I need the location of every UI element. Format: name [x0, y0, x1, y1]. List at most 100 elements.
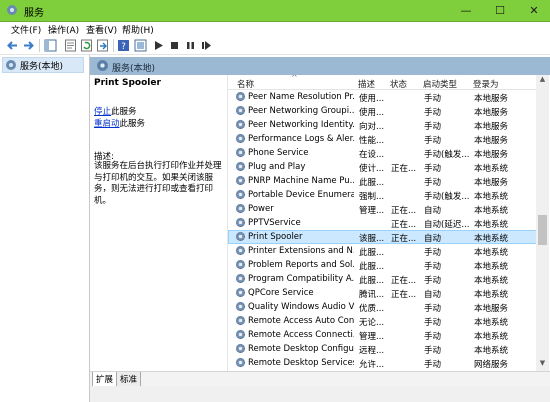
cell-description: 此服...: [359, 248, 385, 258]
menu-view[interactable]: 查看(V): [86, 23, 117, 36]
toolbar-separator: [39, 39, 40, 52]
cell-description: 在设...: [359, 150, 385, 160]
service-gear-icon: [235, 231, 246, 245]
menu-help[interactable]: 帮助(H): [122, 23, 154, 36]
table-row[interactable]: QPCore Service 腾讯... 正在... 自动 本地系统: [228, 286, 538, 300]
service-gear-icon: [235, 315, 246, 329]
panel-icon[interactable]: [134, 39, 147, 52]
scroll-up-icon[interactable]: ▲: [536, 75, 549, 87]
services-panel: 服务(本地) Print Spooler 停止此服务 重启动此服务 描述: 该服…: [90, 55, 550, 402]
table-row[interactable]: Remote Desktop Configu... 远程... 手动 本地系统: [228, 342, 538, 356]
refresh-icon[interactable]: [80, 39, 93, 52]
cell-logon-as: 本地服务: [474, 122, 509, 132]
restart-icon[interactable]: [200, 39, 213, 52]
stop-service-link[interactable]: 停止: [94, 107, 111, 117]
cell-logon-as: 本地系统: [474, 276, 509, 286]
column-header-logon-as[interactable]: 登录为: [473, 78, 499, 90]
table-row[interactable]: PPTVService 正在... 自动(延迟... 本地系统: [228, 216, 538, 230]
column-header-status[interactable]: 状态: [390, 78, 407, 90]
cell-logon-as: 本地系统: [474, 290, 509, 300]
table-row[interactable]: Performance Logs & Aler... 性能... 手动 本地服务: [228, 132, 538, 146]
table-row[interactable]: Peer Networking Identity... 向对... 手动 本地服务: [228, 118, 538, 132]
title-bar: 服务 — ☐ ✕: [0, 0, 550, 22]
table-row[interactable]: Program Compatibility A... 此服... 正在... 手动 本地…: [228, 272, 538, 286]
table-row[interactable]: Problem Reports and Sol... 此服... 手动 本地系统: [228, 258, 538, 272]
services-gear-icon: [7, 5, 17, 15]
properties-view-icon[interactable]: [64, 39, 77, 52]
back-icon[interactable]: [6, 39, 19, 52]
stop-action: 停止此服务: [94, 105, 137, 117]
table-row[interactable]: PNRP Machine Name Pu... 此服... 手动 本地服务: [228, 174, 538, 188]
cell-description: 使用...: [359, 94, 385, 104]
table-row[interactable]: Power 管理... 正在... 自动 本地系统: [228, 202, 538, 216]
cell-name: Quality Windows Audio V...: [248, 302, 354, 312]
cell-status: 正在...: [391, 206, 417, 216]
cell-logon-as: 本地服务: [474, 178, 509, 188]
cell-startup-type: 手动: [424, 248, 442, 258]
cell-logon-as: 本地系统: [474, 220, 509, 230]
forward-icon[interactable]: [22, 39, 35, 52]
cell-startup-type: 手动: [424, 332, 442, 342]
table-row-selected[interactable]: Print Spooler 该服... 正在... 自动 本地系统: [228, 230, 538, 244]
cell-description: 性能...: [359, 136, 385, 146]
pause-icon[interactable]: [184, 39, 197, 52]
table-row[interactable]: Remote Access Auto Con... 无论... 手动 本地系统: [228, 314, 538, 328]
vertical-scrollbar[interactable]: ▲ ▼: [536, 75, 549, 371]
cell-startup-type: 手动: [424, 318, 442, 328]
column-header-startup-type[interactable]: 启动类型: [423, 78, 457, 90]
column-header-name[interactable]: 名称: [237, 78, 254, 90]
cell-logon-as: 本地服务: [474, 150, 509, 160]
play-icon[interactable]: [152, 39, 165, 52]
cell-logon-as: 本地系统: [474, 192, 509, 202]
scroll-down-icon[interactable]: ▼: [536, 359, 549, 371]
cell-description: 腾讯...: [359, 290, 385, 300]
cell-startup-type: 手动: [424, 346, 442, 356]
minimize-button[interactable]: —: [450, 0, 482, 21]
table-row[interactable]: Portable Device Enumera... 强制... 手动(触发... 本…: [228, 188, 538, 202]
panel-header-title: 服务(本地): [112, 64, 156, 74]
cell-name: Remote Desktop Configu...: [248, 344, 354, 354]
table-row[interactable]: Quality Windows Audio V... 优质... 手动 本地服务: [228, 300, 538, 314]
cell-logon-as: 网络服务: [474, 360, 509, 370]
table-row[interactable]: Plug and Play 使计... 正在... 手动 本地系统: [228, 160, 538, 174]
cell-name: Phone Service: [248, 148, 309, 158]
cell-logon-as: 本地服务: [474, 136, 509, 146]
column-header-row: ^ 名称 描述 状态 启动类型 登录为: [228, 75, 538, 90]
service-gear-icon: [235, 133, 246, 147]
tree-item-label: 服务(本地): [20, 62, 64, 72]
menu-file[interactable]: 文件(F): [11, 23, 41, 36]
cell-name: PNRP Machine Name Pu...: [248, 176, 354, 186]
tree-item-services-local[interactable]: 服务(本地): [2, 57, 84, 73]
cell-description: 使用...: [359, 108, 385, 118]
cell-startup-type: 手动: [424, 136, 442, 146]
help-icon[interactable]: ?: [117, 39, 130, 52]
console-tree-icon[interactable]: [44, 39, 57, 52]
scroll-thumb[interactable]: [538, 215, 547, 245]
tab-extended[interactable]: 扩展: [92, 372, 118, 387]
menu-action[interactable]: 操作(A): [48, 23, 79, 36]
restart-service-link[interactable]: 重启动: [94, 119, 120, 129]
table-row[interactable]: Phone Service 在设... 手动(触发... 本地服务: [228, 146, 538, 160]
column-header-description[interactable]: 描述: [358, 78, 375, 90]
table-row[interactable]: Remote Access Connecti... 管理... 手动 本地系统: [228, 328, 538, 342]
stop-icon[interactable]: [168, 39, 181, 52]
cell-logon-as: 本地系统: [474, 234, 509, 244]
cell-startup-type: 自动: [424, 290, 442, 300]
table-row[interactable]: Peer Name Resolution Pr... 使用... 手动 本地服务: [228, 90, 538, 104]
horizontal-scrollbar[interactable]: [90, 386, 550, 402]
window-title: 服务: [24, 8, 44, 19]
cell-name: Problem Reports and Sol...: [248, 260, 354, 270]
table-row[interactable]: Printer Extensions and N... 此服... 手动 本地系统: [228, 244, 538, 258]
tab-standard[interactable]: 标准: [116, 372, 142, 387]
cell-description: 管理...: [359, 206, 385, 216]
table-row[interactable]: Peer Networking Groupi... 使用... 手动 本地服务: [228, 104, 538, 118]
cell-logon-as: 本地系统: [474, 262, 509, 272]
cell-description: 管理...: [359, 332, 385, 342]
close-button[interactable]: ✕: [518, 0, 550, 21]
table-row[interactable]: Remote Desktop Services 允许... 手动 网络服务: [228, 356, 538, 370]
cell-startup-type: 手动: [424, 304, 442, 314]
export-icon[interactable]: [96, 39, 109, 52]
toolbar-separator: [113, 39, 114, 52]
maximize-button[interactable]: ☐: [484, 0, 516, 21]
cell-name: PPTVService: [248, 218, 301, 228]
